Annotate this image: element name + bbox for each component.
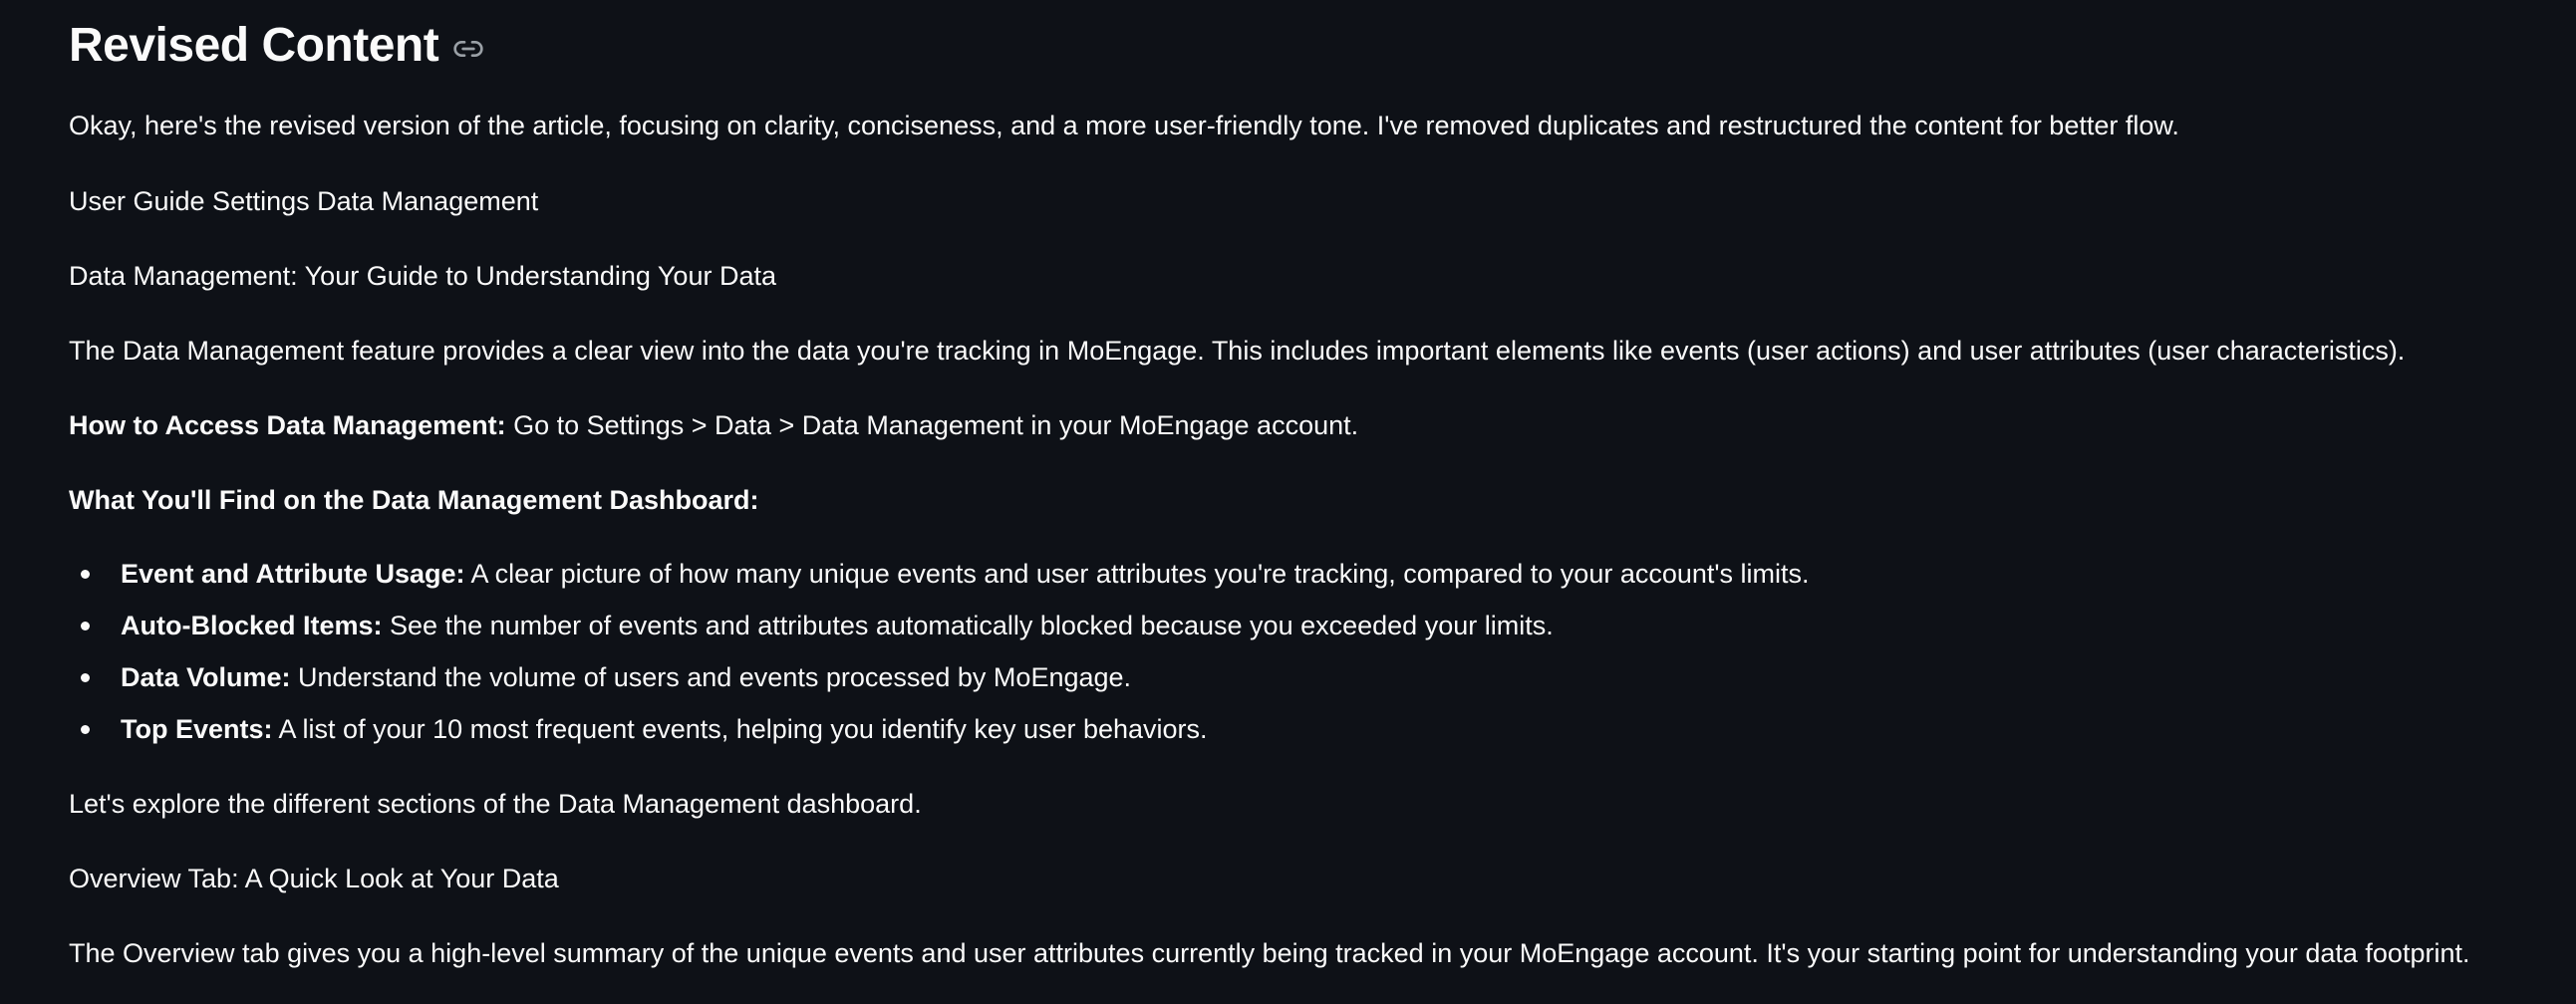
access-paragraph: How to Access Data Management: Go to Set…: [69, 407, 1358, 443]
bullet-dot-icon: [81, 570, 90, 579]
list-item-label: Auto-Blocked Items:: [121, 611, 383, 640]
subtitle: Data Management: Your Guide to Understan…: [69, 261, 776, 291]
list-item-label: Data Volume:: [121, 662, 291, 692]
list-item-label: Event and Attribute Usage:: [121, 559, 465, 589]
list-item-text: Understand the volume of users and event…: [290, 662, 1132, 692]
description-paragraph: The Data Management feature provides a c…: [69, 336, 2406, 366]
access-text: Go to Settings > Data > Data Management …: [505, 410, 1359, 440]
list-item: Event and Attribute Usage: A clear pictu…: [69, 556, 1810, 608]
access-label: How to Access Data Management:: [69, 410, 506, 440]
breadcrumb: User Guide Settings Data Management: [69, 186, 539, 216]
list-item: Top Events: A list of your 10 most frequ…: [69, 711, 1810, 763]
list-item-text: A list of your 10 most frequent events, …: [272, 714, 1208, 744]
bullet-dot-icon: [81, 622, 90, 630]
link-icon[interactable]: [452, 33, 484, 65]
explore-paragraph: Let's explore the different sections of …: [69, 789, 922, 819]
list-item: Auto-Blocked Items: See the number of ev…: [69, 608, 1810, 659]
list-item-text: A clear picture of how many unique event…: [464, 559, 1810, 589]
feature-list: Event and Attribute Usage: A clear pictu…: [69, 556, 1810, 763]
dashboard-heading-text: What You'll Find on the Data Management …: [69, 485, 759, 515]
overview-paragraph: The Overview tab gives you a high-level …: [69, 938, 2470, 968]
dashboard-heading: What You'll Find on the Data Management …: [69, 482, 758, 518]
bullet-dot-icon: [81, 725, 90, 734]
list-item: Data Volume: Understand the volume of us…: [69, 659, 1810, 711]
page-title: Revised Content: [69, 19, 439, 72]
bullet-dot-icon: [81, 673, 90, 682]
heading-row: Revised Content: [69, 14, 484, 78]
list-item-label: Top Events:: [121, 714, 273, 744]
intro-paragraph: Okay, here's the revised version of the …: [69, 111, 2179, 140]
list-item-text: See the number of events and attributes …: [382, 611, 1554, 640]
overview-title: Overview Tab: A Quick Look at Your Data: [69, 864, 559, 893]
